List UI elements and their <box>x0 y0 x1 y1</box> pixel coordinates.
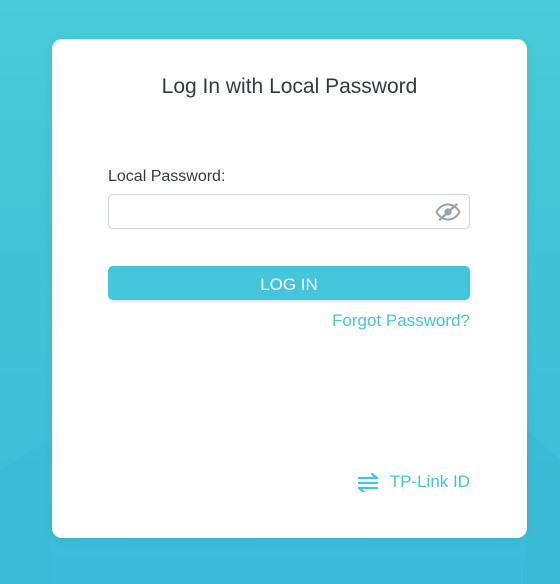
password-field[interactable] <box>108 194 470 229</box>
swap-arrows-icon <box>356 472 380 494</box>
page-background: Log In with Local Password Local Passwor… <box>0 0 560 584</box>
login-button[interactable]: LOG IN <box>108 266 470 300</box>
tplink-id-label: TP-Link ID <box>389 472 470 491</box>
password-input[interactable] <box>117 195 427 228</box>
tplink-id-link[interactable]: TP-Link ID <box>356 471 470 494</box>
password-label: Local Password: <box>108 168 226 185</box>
login-card: Log In with Local Password Local Passwor… <box>52 39 527 538</box>
page-title: Log In with Local Password <box>161 75 418 98</box>
forgot-password-link[interactable]: Forgot Password? <box>332 311 470 331</box>
eye-slash-icon[interactable] <box>435 203 461 221</box>
